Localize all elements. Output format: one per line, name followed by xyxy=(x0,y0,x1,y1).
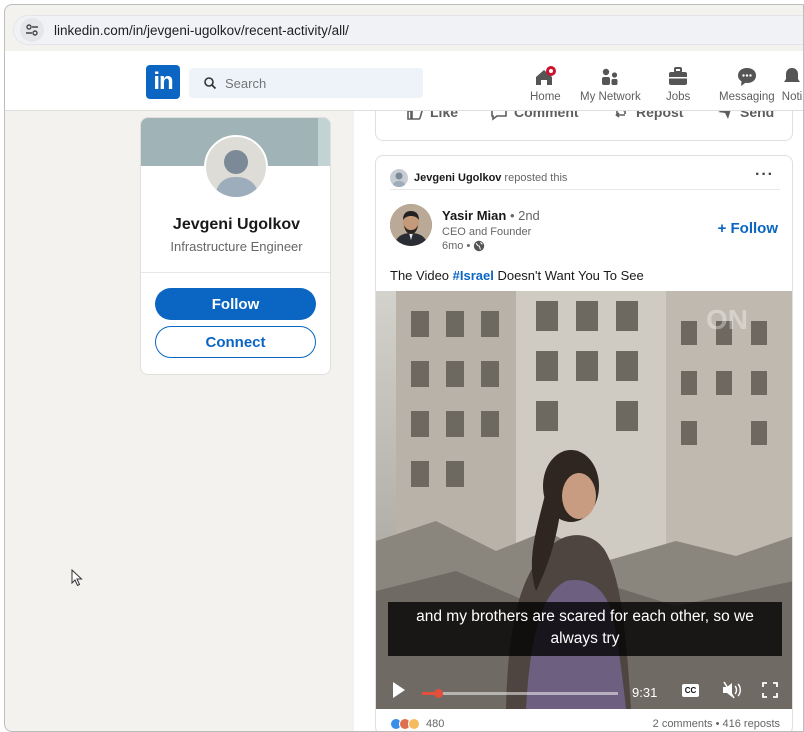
author-name[interactable]: Yasir Mian xyxy=(442,208,506,223)
linkedin-logo[interactable]: in xyxy=(146,65,180,99)
reaction-count[interactable]: 480 xyxy=(426,718,444,730)
previous-post-action-bar: Like Comment Repost Send xyxy=(375,111,793,141)
home-icon xyxy=(536,66,557,85)
comment-label: Comment xyxy=(514,111,579,120)
nav-messaging[interactable]: Messaging xyxy=(719,65,775,103)
follow-button[interactable]: Follow xyxy=(155,288,316,320)
url-text[interactable]: linkedin.com/in/jevgeni-ugolkov/recent-a… xyxy=(54,23,349,38)
repost-label: Repost xyxy=(636,111,684,120)
search-icon xyxy=(204,77,217,90)
like-button[interactable]: Like xyxy=(406,111,458,121)
reaction-icons[interactable] xyxy=(390,718,420,730)
post-text-before: The Video xyxy=(390,268,453,283)
fullscreen-icon[interactable] xyxy=(762,682,778,698)
site-settings-icon[interactable] xyxy=(20,18,44,42)
linkedin-nav-bar: in Home My Network Jobs Messaging Noti xyxy=(5,51,803,111)
insightful-reaction-icon xyxy=(408,718,420,730)
browser-window: linkedin.com/in/jevgeni-ugolkov/recent-a… xyxy=(4,4,804,732)
briefcase-icon xyxy=(669,67,688,85)
nav-jobs[interactable]: Jobs xyxy=(666,65,690,103)
reposter-avatar[interactable] xyxy=(390,168,408,187)
globe-icon xyxy=(474,240,485,252)
video-progress-bar[interactable] xyxy=(422,689,618,698)
volume-muted-icon[interactable] xyxy=(722,681,744,699)
comment-button[interactable]: Comment xyxy=(490,111,579,121)
connection-degree: • 2nd xyxy=(509,208,540,223)
nav-messaging-label: Messaging xyxy=(719,91,775,103)
svg-text:ON: ON xyxy=(706,304,748,335)
search-box[interactable] xyxy=(189,68,423,98)
nav-notifications-label: Noti xyxy=(781,91,803,103)
author-avatar[interactable] xyxy=(390,204,432,246)
author-name-row: Yasir Mian • 2nd xyxy=(442,208,540,223)
nav-home-label: Home xyxy=(530,91,561,103)
video-controls: 9:31 CC xyxy=(376,671,792,709)
post-time: 6mo • xyxy=(442,240,471,252)
video-player[interactable]: ON and my brothers are scared for each o… xyxy=(376,291,792,709)
video-time: 9:31 xyxy=(632,685,658,700)
profile-name[interactable]: Jevgeni Ugolkov xyxy=(141,216,330,234)
nav-my-network[interactable]: My Network xyxy=(580,65,641,103)
send-icon xyxy=(718,111,731,119)
connect-button[interactable]: Connect xyxy=(155,326,316,358)
author-photo xyxy=(390,204,432,246)
profile-card: Jevgeni Ugolkov Infrastructure Engineer … xyxy=(140,117,331,375)
nav-my-network-label: My Network xyxy=(580,91,641,103)
nav-notifications[interactable]: Noti xyxy=(780,65,803,103)
send-button[interactable]: Send xyxy=(716,111,774,121)
mouse-cursor-icon xyxy=(71,569,83,587)
like-label: Like xyxy=(430,111,459,120)
address-bar[interactable]: linkedin.com/in/jevgeni-ugolkov/recent-a… xyxy=(13,15,803,45)
nav-home[interactable]: Home xyxy=(530,65,561,103)
video-caption: and my brothers are scared for each othe… xyxy=(388,602,782,656)
closed-captions-button[interactable]: CC xyxy=(682,684,699,697)
follow-author-button[interactable]: + Follow xyxy=(718,220,778,237)
repost-button[interactable]: Repost xyxy=(612,111,683,121)
social-counts: 480 2 comments • 416 reposts xyxy=(390,718,780,730)
play-icon[interactable] xyxy=(392,681,406,699)
post-text: The Video #Israel Doesn't Want You To Se… xyxy=(390,268,644,283)
profile-headline: Infrastructure Engineer xyxy=(170,239,303,254)
repost-icon xyxy=(615,111,626,118)
post-timestamp: 6mo • xyxy=(442,240,485,252)
send-label: Send xyxy=(740,111,775,120)
video-progress-handle[interactable] xyxy=(433,689,443,698)
bell-icon xyxy=(784,68,800,82)
search-input[interactable] xyxy=(225,75,405,91)
network-icon xyxy=(602,68,618,85)
activity-feed: Like Comment Repost Send Jevgeni Ugolkov xyxy=(354,111,803,731)
person-silhouette-icon xyxy=(392,172,406,187)
person-silhouette-icon xyxy=(214,150,260,197)
repost-text: reposted this xyxy=(504,171,568,184)
profile-avatar[interactable] xyxy=(204,135,268,199)
more-options-button[interactable]: ··· xyxy=(755,166,774,184)
nav-jobs-label: Jobs xyxy=(666,91,691,103)
repost-header: Jevgeni Ugolkov reposted this ··· xyxy=(390,166,780,190)
divider xyxy=(141,272,330,273)
hashtag-link[interactable]: #Israel xyxy=(453,268,494,283)
comments-reposts-count[interactable]: 2 comments • 416 reposts xyxy=(653,718,780,730)
post-text-after: Doesn't Want You To See xyxy=(493,268,644,283)
like-icon xyxy=(407,111,423,120)
messaging-icon xyxy=(737,68,756,86)
author-headline: CEO and Founder xyxy=(442,226,532,238)
post-card: Jevgeni Ugolkov reposted this ··· Yasir … xyxy=(375,155,793,731)
comment-icon xyxy=(491,111,507,121)
reposter-name[interactable]: Jevgeni Ugolkov xyxy=(414,172,501,184)
